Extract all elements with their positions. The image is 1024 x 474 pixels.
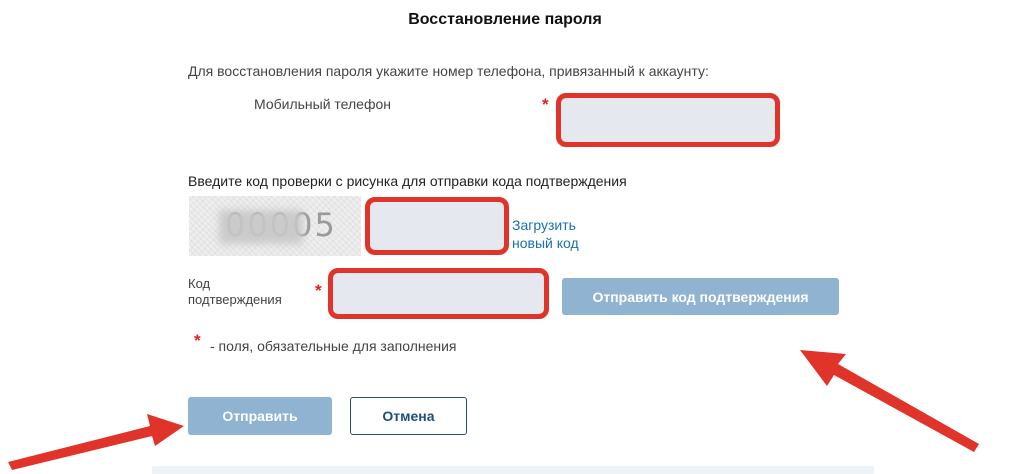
arrow-left-icon — [8, 414, 184, 470]
annotation-arrows — [8, 350, 979, 470]
arrow-right-icon — [800, 350, 979, 452]
